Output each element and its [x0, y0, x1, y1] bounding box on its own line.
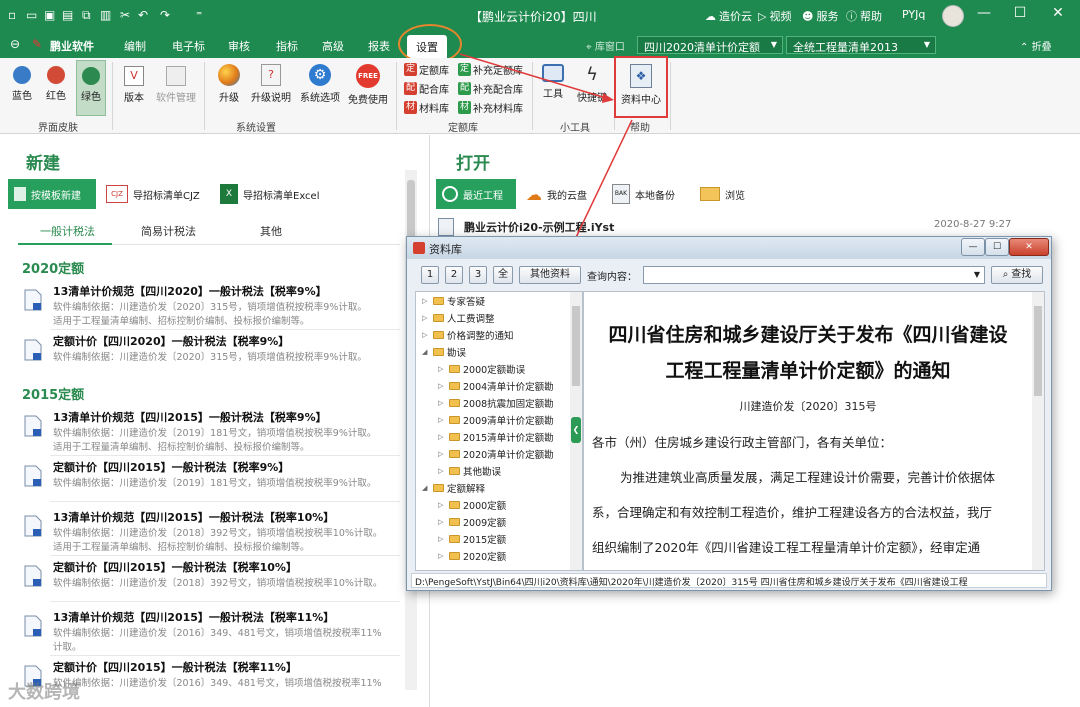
folder-icon: [449, 467, 460, 475]
folder-icon: [433, 314, 444, 322]
level-2-button[interactable]: 2: [445, 266, 463, 284]
tree-node[interactable]: ◢ 定额解释: [422, 481, 485, 495]
query-label: 查询内容：: [587, 272, 637, 283]
expand-icon[interactable]: ▷: [438, 535, 446, 543]
file-path-status: D:\PengeSoft\YstJ\Bin64\四川i20\资料库\通知\202…: [411, 573, 1047, 588]
tree-node[interactable]: ▷ 人工费调整: [422, 311, 495, 325]
tree-node[interactable]: ▷ 2009清单计价定额勘: [438, 413, 554, 427]
splitter-toggle-icon[interactable]: ❮: [571, 417, 581, 443]
expand-icon[interactable]: ▷: [438, 518, 446, 526]
expand-icon[interactable]: ▷: [438, 467, 446, 475]
folder-open-icon: [433, 484, 444, 492]
expand-icon[interactable]: ▷: [438, 382, 446, 390]
expand-icon[interactable]: ▷: [438, 416, 446, 424]
chevron-down-icon[interactable]: ▼: [974, 270, 980, 279]
tree-node[interactable]: ▷ 2020清单计价定额勘: [438, 447, 554, 461]
level-all-button[interactable]: 全: [493, 266, 513, 284]
expand-icon[interactable]: ▷: [438, 399, 446, 407]
level-1-button[interactable]: 1: [421, 266, 439, 284]
library-icon: [413, 242, 425, 254]
tree-node[interactable]: ▷ 2009定额: [438, 515, 506, 529]
library-tree: ▷ 专家答疑 ▷ 人工费调整 ▷ 价格调整的通知 ◢ 勘误 ▷ 2000定额勘误 ▷ 200…: [415, 291, 583, 571]
dialog-maximize-icon[interactable]: ☐: [985, 238, 1009, 256]
tree-node[interactable]: ▷ 2008抗震加固定额勘: [438, 396, 554, 410]
data-library-dialog: 资料库 — ☐ ✕ 1 2 3 全 其他资料 查询内容： ▼ ⌕ 查找 ▷ 专家答疑…: [406, 236, 1052, 591]
tree-node[interactable]: ▷ 价格调整的通知: [422, 328, 514, 342]
search-button[interactable]: ⌕ 查找: [991, 266, 1043, 284]
expand-icon[interactable]: ▷: [438, 365, 446, 373]
level-3-button[interactable]: 3: [469, 266, 487, 284]
tree-node[interactable]: ▷ 2000定额勘误: [438, 362, 525, 376]
folder-icon: [449, 399, 460, 407]
expand-icon[interactable]: ▷: [438, 433, 446, 441]
expand-icon[interactable]: ▷: [422, 331, 430, 339]
folder-icon: [449, 433, 460, 441]
expand-icon[interactable]: ▷: [422, 314, 430, 322]
doc-salutation: 各市（州）住房城乡建设行政主管部门，各有关单位：: [592, 435, 893, 450]
doc-paragraph: 为推进建筑业高质量发展，满足工程建设计价需要，完善计价依据体: [620, 470, 996, 485]
dialog-close-icon[interactable]: ✕: [1009, 238, 1049, 256]
tree-node[interactable]: ▷ 专家答疑: [422, 294, 485, 308]
tree-node[interactable]: ◢ 勘误: [422, 345, 466, 359]
document-scrollbar[interactable]: [1032, 292, 1044, 570]
doc-title-line-2: 工程工程量清单计价定额》的通知: [665, 360, 951, 382]
folder-icon: [449, 365, 460, 373]
expand-icon[interactable]: ▷: [438, 552, 446, 560]
scrollbar-thumb[interactable]: [572, 306, 580, 386]
search-icon: ⌕: [1002, 269, 1009, 280]
dialog-title-bar[interactable]: 资料库 — ☐ ✕: [407, 237, 1051, 259]
expand-icon[interactable]: ▷: [438, 501, 446, 509]
scrollbar-thumb[interactable]: [1034, 306, 1042, 396]
folder-open-icon: [433, 348, 444, 356]
doc-paragraph: 组织编制了2020年《四川省建设工程工程量清单计价定额》，经审定通: [592, 540, 981, 555]
folder-icon: [449, 518, 460, 526]
tree-node[interactable]: ▷ 2015定额: [438, 532, 506, 546]
collapse-icon[interactable]: ◢: [422, 348, 430, 356]
doc-title-line-1: 四川省住房和城乡建设厅关于发布《四川省建设: [608, 324, 1008, 346]
tree-node[interactable]: ▷ 2015清单计价定额勘: [438, 430, 554, 444]
document-viewer: 四川省住房和城乡建设厅关于发布《四川省建设 工程工程量清单计价定额》的通知 川建…: [583, 291, 1045, 571]
folder-icon: [449, 416, 460, 424]
folder-icon: [449, 552, 460, 560]
folder-icon: [433, 331, 444, 339]
tree-node[interactable]: ▷ 2020定额: [438, 549, 506, 563]
folder-icon: [449, 535, 460, 543]
folder-icon: [433, 297, 444, 305]
expand-icon[interactable]: ▷: [438, 450, 446, 458]
doc-paragraph: 系，合理确定和有效控制工程造价，维护工程建设各方的合法权益，我厅: [592, 505, 993, 520]
folder-icon: [449, 450, 460, 458]
dialog-minimize-icon[interactable]: —: [961, 238, 985, 256]
tree-node[interactable]: ▷ 其他勘误: [438, 464, 501, 478]
other-data-button[interactable]: 其他资料: [519, 266, 581, 284]
tree-node[interactable]: ▷ 2004清单计价定额勘: [438, 379, 554, 393]
folder-icon: [449, 501, 460, 509]
tree-node[interactable]: ▷ 2000定额: [438, 498, 506, 512]
doc-number: 川建造价发〔2020〕315号: [739, 400, 877, 413]
query-input[interactable]: ▼: [643, 266, 985, 284]
collapse-icon[interactable]: ◢: [422, 484, 430, 492]
folder-icon: [449, 382, 460, 390]
expand-icon[interactable]: ▷: [422, 297, 430, 305]
